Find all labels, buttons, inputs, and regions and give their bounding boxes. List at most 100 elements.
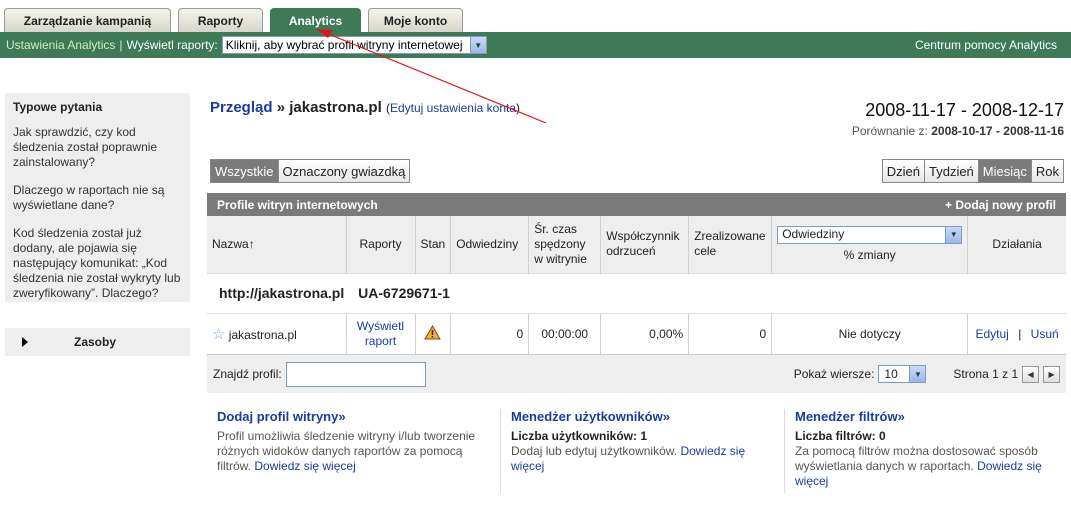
profile-name-cell: ☆ jakastrona.pl	[207, 312, 347, 354]
account-url: http://jakastrona.pl	[219, 285, 345, 301]
filter-manager-panel: Menedżer filtrów» Liczba filtrów: 0 Za p…	[795, 409, 1065, 489]
breadcrumb: Przegląd » jakastrona.pl (Edytuj ustawie…	[210, 99, 520, 116]
delete-profile-link[interactable]: Usuń	[1031, 327, 1059, 341]
change-cell: Nie dotyczy	[771, 312, 969, 354]
main-tabs: Zarządzanie kampanią Raporty Analytics M…	[4, 8, 470, 32]
faq-question[interactable]: Kod śledzenia został już dodany, ale poj…	[13, 226, 182, 301]
warning-icon[interactable]	[424, 324, 442, 340]
faq-question[interactable]: Jak sprawdzić, czy kod śledzenia został …	[13, 125, 182, 170]
star-icon[interactable]: ☆	[212, 326, 225, 343]
pct-change-label: % zmiany	[843, 247, 896, 262]
sort-up-icon: ↑	[248, 236, 255, 251]
faq-panel: Typowe pytania Jak sprawdzić, czy kod śl…	[5, 93, 190, 302]
filter-manager-title-link[interactable]: Menedżer filtrów»	[795, 409, 1065, 424]
faq-title: Typowe pytania	[13, 100, 103, 114]
bounce-cell: 0,00%	[600, 312, 690, 354]
tab-analytics[interactable]: Analytics	[270, 8, 361, 32]
expand-arrow-icon	[22, 337, 28, 347]
view-report-cell: Wyświetl raport	[346, 312, 416, 354]
rows-per-page-select[interactable]: 10 ▼	[878, 365, 927, 383]
account-name: jakastrona.pl	[289, 99, 382, 116]
period-selector: Dzień Tydzień Miesiąc Rok	[881, 159, 1064, 183]
next-page-button[interactable]: ▶	[1043, 365, 1061, 383]
compare-label: Porównanie z:	[851, 124, 928, 138]
profile-name: jakastrona.pl	[228, 327, 297, 342]
col-change: Odwiedziny ▼ % zmiany	[771, 216, 969, 273]
tab-label: Zarządzanie kampanią	[23, 13, 152, 28]
profiles-table: Profile witryn internetowych + Dodaj now…	[207, 193, 1066, 393]
col-goals[interactable]: Zrealizowane cele	[688, 216, 773, 273]
divider	[784, 409, 785, 493]
chevron-left-icon: ◀	[1027, 369, 1034, 379]
resources-label: Zasoby	[74, 335, 117, 349]
help-center-link[interactable]: Centrum pomocy Analytics	[915, 38, 1057, 52]
period-day-button[interactable]: Dzień	[882, 160, 925, 182]
col-visits[interactable]: Odwiedziny	[450, 216, 530, 273]
period-week-button[interactable]: Tydzień	[924, 160, 979, 182]
user-manager-title-link[interactable]: Menedżer użytkowników»	[511, 409, 781, 424]
col-name-label: Nazwa	[212, 236, 249, 251]
tab-campaign-management[interactable]: Zarządzanie kampanią	[4, 8, 171, 32]
chevron-right-icon: ▶	[1048, 369, 1055, 379]
edit-profile-link[interactable]: Edytuj	[976, 327, 1009, 341]
table-header-bar: Profile witryn internetowych + Dodaj now…	[207, 193, 1066, 216]
resources-toggle[interactable]: Zasoby	[5, 328, 190, 356]
col-status: Stan	[415, 216, 452, 273]
tab-label: Raporty	[197, 13, 244, 28]
edit-account-settings-link[interactable]: Edytuj ustawienia konta	[390, 101, 516, 115]
actions-separator: |	[1018, 326, 1022, 341]
user-manager-panel: Menedżer użytkowników» Liczba użytkownik…	[511, 409, 781, 474]
view-report-link[interactable]: Wyświetl raport	[357, 319, 404, 348]
faq-question[interactable]: Dlaczego w raportach nie są wyświetlane …	[13, 183, 182, 213]
metric-select-value: Odwiedziny	[782, 227, 845, 242]
filter-starred-button[interactable]: Oznaczony gwiazdką	[278, 160, 410, 182]
show-rows-label: Pokaż wiersze:	[793, 367, 875, 381]
account-group-cell: http://jakastrona.pl UA-6729671-1	[207, 272, 1066, 313]
col-bounce[interactable]: Współczynnik odrzuceń	[600, 216, 690, 273]
chevron-down-icon[interactable]: ▼	[469, 37, 486, 53]
table-title: Profile witryn internetowych	[217, 197, 378, 212]
metric-select[interactable]: Odwiedziny ▼	[777, 225, 963, 244]
breadcrumb-separator: »	[276, 99, 286, 116]
separator: |	[119, 38, 123, 52]
prev-page-button[interactable]: ◀	[1022, 365, 1040, 383]
profile-select-value: Kliknij, aby wybrać profil witryny inter…	[225, 38, 463, 52]
user-manager-text: Dodaj lub edytuj użytkowników.	[511, 444, 678, 458]
table-footer: Znajdź profil: Pokaż wiersze: 10 ▼ Stron…	[207, 354, 1066, 393]
status-cell	[415, 312, 452, 354]
chevron-down-icon[interactable]: ▼	[945, 226, 962, 243]
chevron-down-icon[interactable]: ▼	[909, 366, 926, 382]
find-profile-input[interactable]	[285, 361, 426, 387]
tab-label: Analytics	[288, 13, 343, 28]
user-count: Liczba użytkowników: 1	[511, 429, 648, 443]
period-month-button[interactable]: Miesiąc	[978, 160, 1032, 182]
comparison-range: Porównanie z: 2008-10-17 - 2008-11-16	[852, 124, 1064, 138]
tab-reports[interactable]: Raporty	[178, 8, 263, 32]
overview-link[interactable]: Przegląd	[210, 99, 273, 116]
find-profile-label: Znajdź profil:	[213, 367, 282, 381]
filter-all-button[interactable]: Wszystkie	[211, 160, 279, 182]
col-actions: Działania	[967, 216, 1066, 273]
add-profile-title-link[interactable]: Dodaj profil witryny»	[217, 409, 487, 424]
date-range[interactable]: 2008-11-17 - 2008-12-17	[865, 100, 1064, 121]
col-reports: Raporty	[346, 216, 416, 273]
column-headers: Nazwa↑ Raporty Stan Odwiedziny Śr. czas …	[207, 216, 1066, 273]
learn-more-link[interactable]: Dowiedz się więcej	[254, 459, 355, 473]
edit-settings-wrapper: (Edytuj ustawienia konta)	[385, 101, 521, 115]
add-profile-panel: Dodaj profil witryny» Profil umożliwia ś…	[217, 409, 487, 474]
analytics-toolbar: Ustawienia Analytics | Wyświetl raporty:…	[0, 32, 1071, 58]
profile-select[interactable]: Kliknij, aby wybrać profil witryny inter…	[221, 36, 487, 54]
analytics-settings-link[interactable]: Ustawienia Analytics	[6, 38, 115, 52]
account-id: UA-6729671-1	[358, 285, 450, 301]
period-year-button[interactable]: Rok	[1031, 160, 1063, 182]
account-group-row: http://jakastrona.pl UA-6729671-1	[207, 272, 1066, 313]
col-name[interactable]: Nazwa↑	[207, 216, 347, 273]
goals-cell: 0	[688, 312, 773, 354]
tab-my-account[interactable]: Moje konto	[368, 8, 463, 32]
view-reports-label: Wyświetl raporty:	[126, 38, 218, 52]
compare-range: 2008-10-17 - 2008-11-16	[931, 124, 1064, 138]
col-avg-time[interactable]: Śr. czas spędzony w witrynie	[528, 216, 602, 273]
visits-cell: 0	[450, 312, 530, 354]
rows-per-page-value: 10	[884, 367, 898, 381]
add-profile-link[interactable]: + Dodaj nowy profil	[945, 198, 1056, 212]
